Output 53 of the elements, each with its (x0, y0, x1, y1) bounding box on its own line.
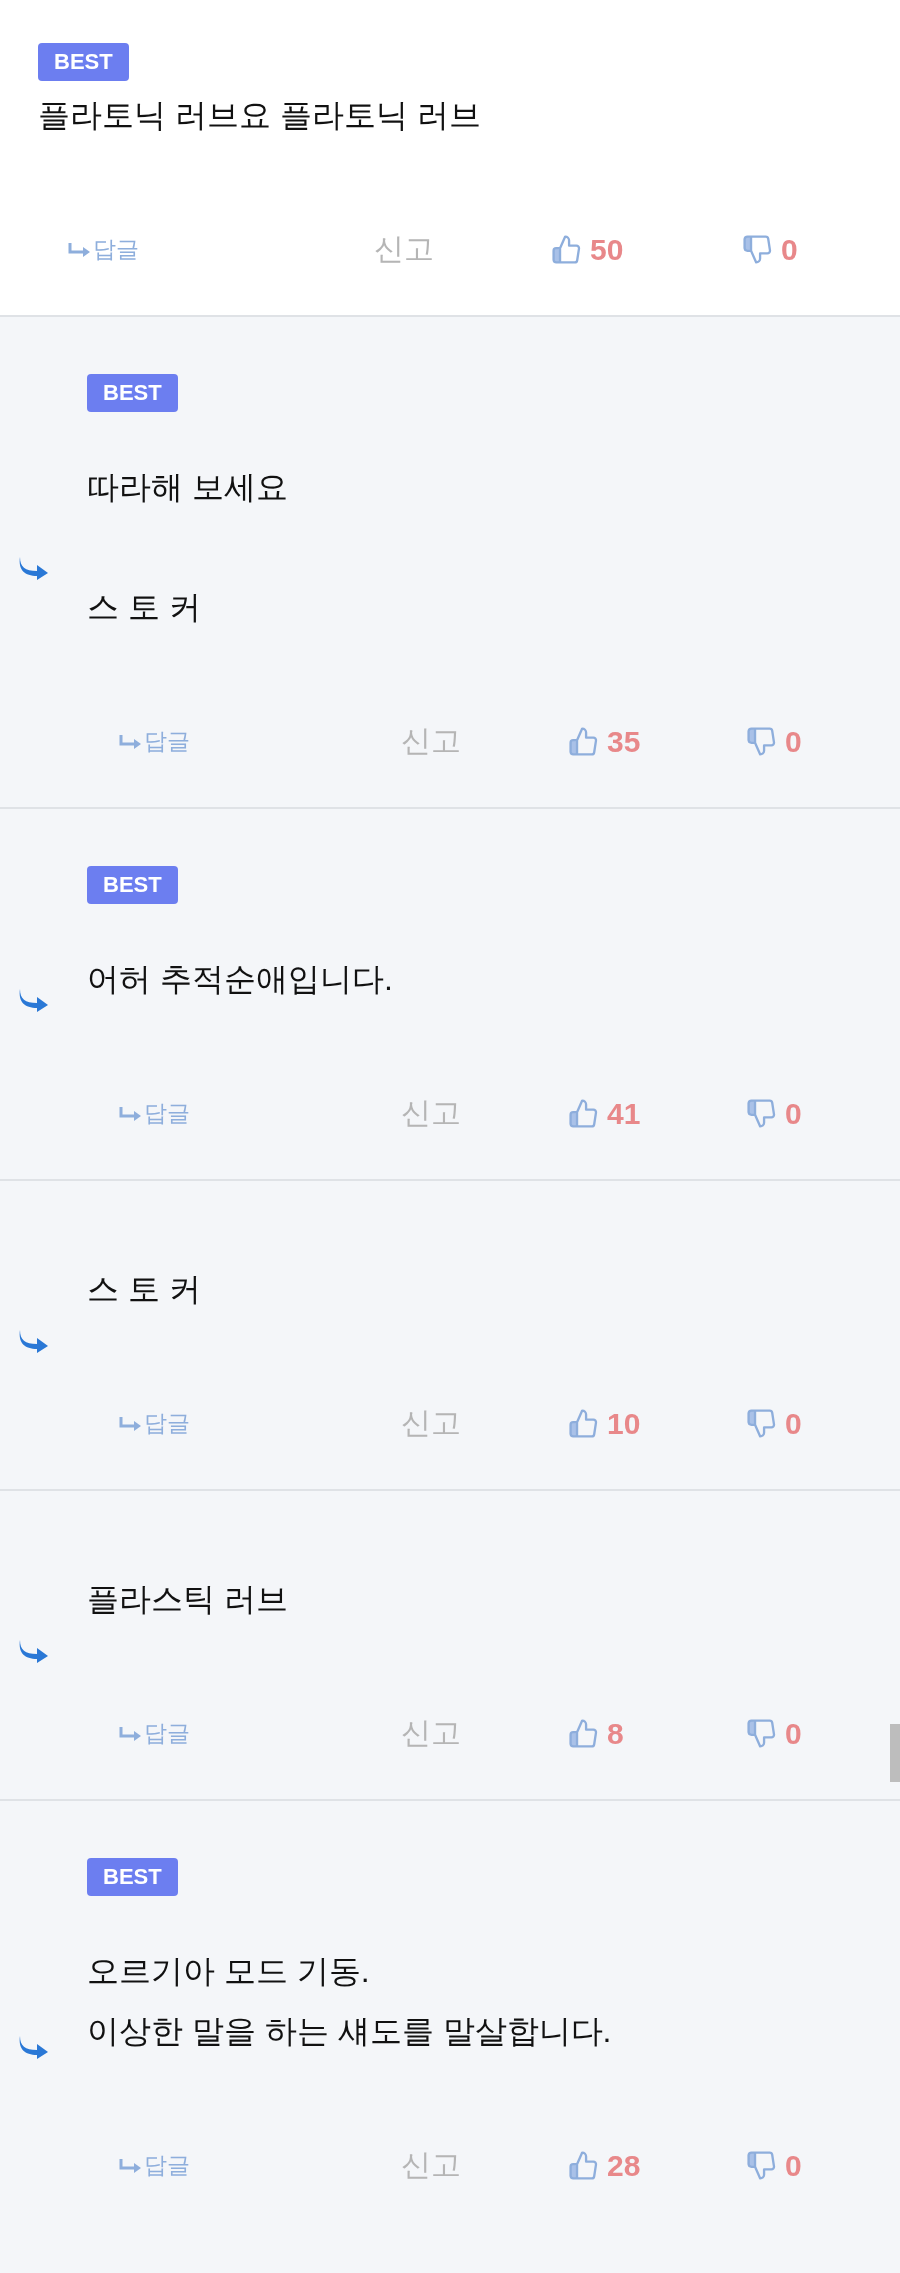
reply-link[interactable]: 답글 (119, 2150, 190, 2181)
comment-text: 플라스틱 러브 (87, 1580, 288, 1619)
like-button[interactable]: 10 (568, 1406, 641, 1441)
reply-link[interactable]: 답글 (119, 1098, 190, 1129)
comment-text: 플라토닉 러브요 플라토닉 러브 (38, 96, 481, 135)
like-button[interactable]: 8 (568, 1716, 624, 1751)
bent-arrow-icon (119, 1105, 143, 1122)
report-button[interactable]: 신고 (401, 1713, 461, 1754)
scrollbar-thumb[interactable] (890, 1724, 900, 1782)
comment-text: 따라해 보세요 스 토 커 (87, 468, 288, 627)
report-button[interactable]: 신고 (401, 1093, 461, 1134)
thumbs-up-icon (568, 1098, 599, 1129)
comment-text: 어허 추적순애입니다. (87, 960, 393, 999)
thumbs-up-icon (568, 1718, 599, 1749)
dislike-button[interactable]: 0 (746, 1096, 802, 1131)
thumbs-down-icon (746, 1098, 777, 1129)
bent-arrow-icon (119, 1415, 143, 1432)
like-button[interactable]: 50 (551, 232, 624, 267)
like-button[interactable]: 35 (568, 724, 641, 759)
dislike-button[interactable]: 0 (746, 1716, 802, 1751)
best-badge: BEST (87, 374, 178, 412)
comment-text: 스 토 커 (87, 1270, 201, 1309)
report-button[interactable]: 신고 (401, 2145, 461, 2186)
thumbs-up-icon (568, 2150, 599, 2181)
report-button[interactable]: 신고 (401, 1403, 461, 1444)
thumbs-down-icon (746, 1408, 777, 1439)
report-button[interactable]: 신고 (374, 229, 434, 270)
like-button[interactable]: 28 (568, 2148, 641, 2183)
bent-arrow-icon (119, 733, 143, 750)
bent-arrow-icon (119, 2157, 143, 2174)
thumbs-down-icon (746, 726, 777, 757)
reply-link[interactable]: 답글 (68, 234, 139, 265)
bent-arrow-icon (119, 1725, 143, 1742)
dislike-button[interactable]: 0 (742, 232, 798, 267)
thumbs-up-icon (551, 234, 582, 265)
thumbs-down-icon (746, 2150, 777, 2181)
bent-arrow-icon (68, 241, 92, 258)
thumbs-down-icon (742, 234, 773, 265)
reply-link[interactable]: 답글 (119, 1408, 190, 1439)
thumbs-down-icon (746, 1718, 777, 1749)
thumbs-up-icon (568, 1408, 599, 1439)
comment-text: 오르기아 모드 기동. 이상한 말을 하는 섀도를 말살합니다. (87, 1952, 612, 2051)
best-badge: BEST (87, 1858, 178, 1896)
dislike-button[interactable]: 0 (746, 724, 802, 759)
report-button[interactable]: 신고 (401, 721, 461, 762)
best-badge: BEST (87, 866, 178, 904)
best-badge: BEST (38, 43, 129, 81)
thumbs-up-icon (568, 726, 599, 757)
like-button[interactable]: 41 (568, 1096, 641, 1131)
reply-link[interactable]: 답글 (119, 1718, 190, 1749)
dislike-button[interactable]: 0 (746, 2148, 802, 2183)
reply-link[interactable]: 답글 (119, 726, 190, 757)
dislike-button[interactable]: 0 (746, 1406, 802, 1441)
